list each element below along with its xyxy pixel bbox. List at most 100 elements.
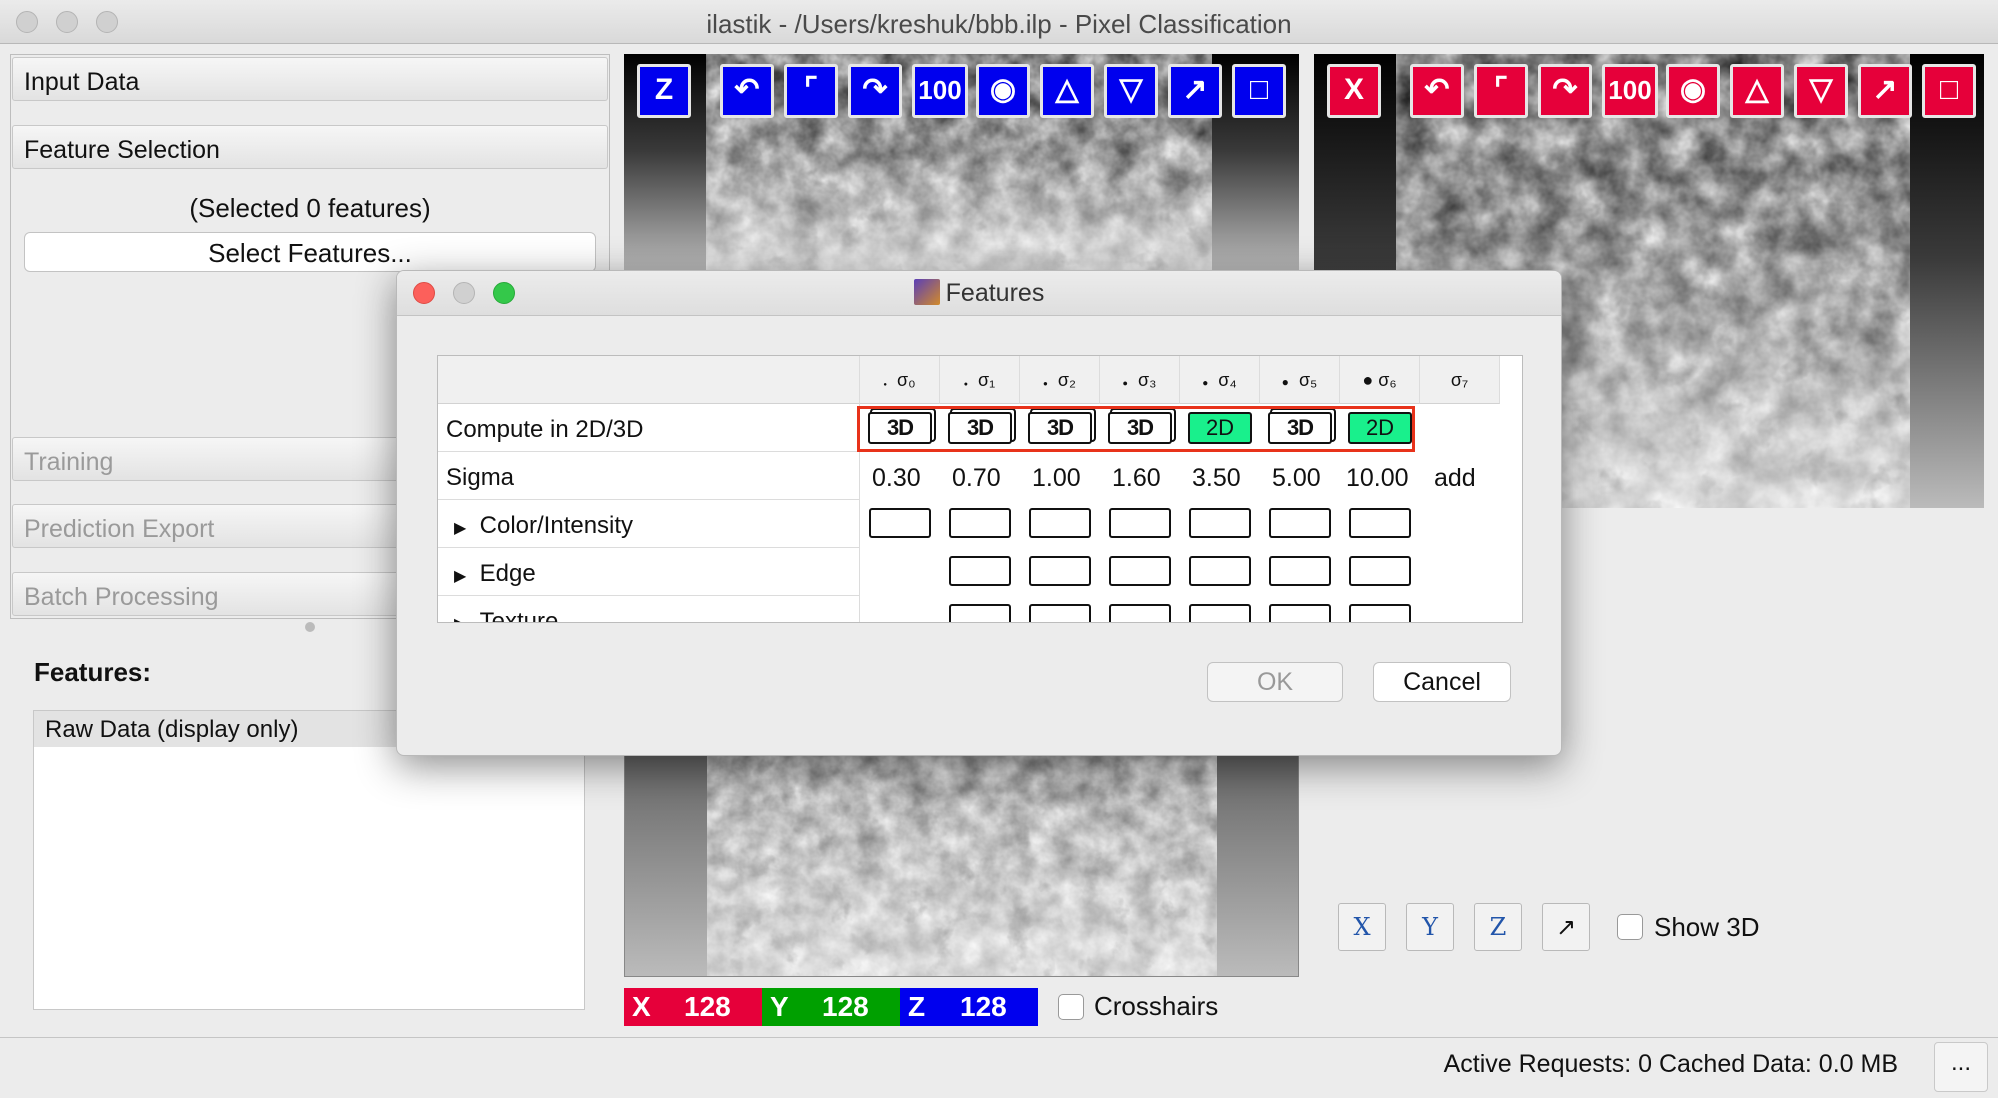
view-y-icon[interactable]: Y <box>1406 903 1454 951</box>
feature-checkbox[interactable] <box>1109 508 1171 538</box>
z-position-value[interactable]: 128 <box>960 988 1007 1026</box>
features-dialog: Features ● σ₀ ● σ₁ ● σ₂ ● σ₃ ● σ₄ ● σ₅ ●… <box>396 270 1562 756</box>
rotate-left-icon[interactable]: ↶ <box>720 64 774 118</box>
feature-checkbox[interactable] <box>1349 604 1411 622</box>
row-edge[interactable]: ▶ Edge <box>438 548 860 596</box>
sigma-value-5[interactable]: 5.00 <box>1272 464 1321 493</box>
show-3d-checkbox[interactable] <box>1617 914 1643 940</box>
square-icon[interactable]: □ <box>1232 64 1286 118</box>
viewer-yz[interactable] <box>624 755 1299 977</box>
crosshairs-checkbox[interactable] <box>1058 994 1084 1020</box>
selected-features-count: (Selected 0 features) <box>189 193 431 223</box>
feature-checkbox[interactable] <box>1349 556 1411 586</box>
feature-checkbox[interactable] <box>1109 604 1171 622</box>
sigma-header-0[interactable]: ● σ₀ <box>860 356 940 404</box>
select-features-button[interactable]: Select Features... <box>24 232 596 272</box>
sigma-header-6[interactable]: ● σ₆ <box>1340 356 1420 404</box>
sigma-header-1[interactable]: ● σ₁ <box>940 356 1020 404</box>
feature-checkbox[interactable] <box>1029 604 1091 622</box>
expand-arrow-icon[interactable]: ▶ <box>454 616 466 622</box>
expand-arrow-icon[interactable]: ▶ <box>454 568 466 585</box>
sigma-value-3[interactable]: 1.60 <box>1112 464 1161 493</box>
expand-arrow-icon[interactable]: ▶ <box>454 520 466 537</box>
feature-checkbox[interactable] <box>1189 508 1251 538</box>
rotate-right-icon[interactable]: ↷ <box>1538 64 1592 118</box>
feature-checkbox[interactable] <box>949 604 1011 622</box>
triangle-down-icon[interactable]: ▽ <box>1794 64 1848 118</box>
splitter-handle[interactable] <box>305 622 315 632</box>
feature-matrix: ● σ₀ ● σ₁ ● σ₂ ● σ₃ ● σ₄ ● σ₅ ● σ₆ σ₇ Co… <box>437 355 1523 623</box>
row-texture[interactable]: ▶ Texture <box>438 596 860 622</box>
z-position-box[interactable]: Z 128 <box>900 988 1038 1026</box>
view-axis-z-icon[interactable]: Z <box>637 64 691 118</box>
crop-corner-icon[interactable]: ⌜ <box>784 64 838 118</box>
compute-mode-highlight <box>857 406 1415 452</box>
row-sigma: Sigma <box>438 452 860 500</box>
row-compute-mode: Compute in 2D/3D <box>438 404 860 452</box>
rotate-left-icon[interactable]: ↶ <box>1410 64 1464 118</box>
cancel-button[interactable]: Cancel <box>1373 662 1511 702</box>
y-position-box[interactable]: Y 128 <box>762 988 900 1026</box>
show-3d-label: Show 3D <box>1654 912 1760 942</box>
feature-checkbox[interactable] <box>1189 604 1251 622</box>
feature-checkbox[interactable] <box>1029 508 1091 538</box>
zoom-100-button[interactable]: 100 <box>1602 64 1658 118</box>
triangle-up-icon[interactable]: △ <box>1040 64 1094 118</box>
features-heading: Features: <box>34 657 152 687</box>
feature-checkbox[interactable] <box>869 508 931 538</box>
feature-checkbox[interactable] <box>1189 556 1251 586</box>
crosshairs-label: Crosshairs <box>1094 991 1219 1021</box>
sigma-value-0[interactable]: 0.30 <box>872 464 921 493</box>
ilastik-app-icon <box>913 279 940 305</box>
more-button[interactable]: ... <box>1934 1042 1988 1092</box>
camera-icon[interactable]: ◉ <box>976 64 1030 118</box>
feature-checkbox[interactable] <box>1349 508 1411 538</box>
view-axis-x-icon[interactable]: X <box>1327 64 1381 118</box>
rotate-right-icon[interactable]: ↷ <box>848 64 902 118</box>
feature-checkbox[interactable] <box>1269 604 1331 622</box>
row-color-intensity[interactable]: ▶ Color/Intensity <box>438 500 860 548</box>
y-axis-label: Y <box>770 991 789 1022</box>
x-position-value[interactable]: 128 <box>684 988 731 1026</box>
sigma-header-7[interactable]: σ₇ <box>1420 356 1500 404</box>
triangle-up-icon[interactable]: △ <box>1730 64 1784 118</box>
x-position-box[interactable]: X 128 <box>624 988 762 1026</box>
sigma-header-5[interactable]: ● σ₅ <box>1260 356 1340 404</box>
feature-checkbox[interactable] <box>949 508 1011 538</box>
feature-checkbox[interactable] <box>1269 508 1331 538</box>
zoom-100-button[interactable]: 100 <box>912 64 968 118</box>
sigma-value-2[interactable]: 1.00 <box>1032 464 1081 493</box>
feature-checkbox[interactable] <box>1109 556 1171 586</box>
ok-button[interactable]: OK <box>1207 662 1343 702</box>
maximize-3d-icon[interactable]: ↗ <box>1542 903 1590 951</box>
crop-corner-icon[interactable]: ⌜ <box>1474 64 1528 118</box>
dialog-titlebar: Features <box>397 271 1561 316</box>
sigma-value-4[interactable]: 3.50 <box>1192 464 1241 493</box>
sigma-value-6[interactable]: 10.00 <box>1346 464 1409 493</box>
add-sigma-button[interactable]: add <box>1434 464 1476 493</box>
maximize-arrow-icon[interactable]: ↗ <box>1858 64 1912 118</box>
viewer-xy[interactable]: Z ↶ ⌜ ↷ 100 ◉ △ ▽ ↗ □ <box>624 54 1299 270</box>
feature-checkbox[interactable] <box>1029 556 1091 586</box>
header-corner <box>438 356 860 404</box>
y-position-value[interactable]: 128 <box>822 988 869 1026</box>
em-image-yz <box>707 756 1217 976</box>
dialog-title: Features <box>945 279 1045 307</box>
dialog-title-wrap: Features <box>397 279 1561 308</box>
z-axis-label: Z <box>908 991 926 1022</box>
camera-icon[interactable]: ◉ <box>1666 64 1720 118</box>
square-icon[interactable]: □ <box>1922 64 1976 118</box>
applet-input-data[interactable]: Input Data <box>12 57 608 101</box>
sigma-header-3[interactable]: ● σ₃ <box>1100 356 1180 404</box>
sigma-value-1[interactable]: 0.70 <box>952 464 1001 493</box>
sigma-header-2[interactable]: ● σ₂ <box>1020 356 1100 404</box>
feature-checkbox[interactable] <box>949 556 1011 586</box>
window-title: ilastik - /Users/kreshuk/bbb.ilp - Pixel… <box>706 9 1292 39</box>
triangle-down-icon[interactable]: ▽ <box>1104 64 1158 118</box>
applet-feature-selection[interactable]: Feature Selection <box>12 125 608 169</box>
sigma-header-4[interactable]: ● σ₄ <box>1180 356 1260 404</box>
maximize-arrow-icon[interactable]: ↗ <box>1168 64 1222 118</box>
view-z-icon[interactable]: Z <box>1474 903 1522 951</box>
view-x-icon[interactable]: X <box>1338 903 1386 951</box>
feature-checkbox[interactable] <box>1269 556 1331 586</box>
